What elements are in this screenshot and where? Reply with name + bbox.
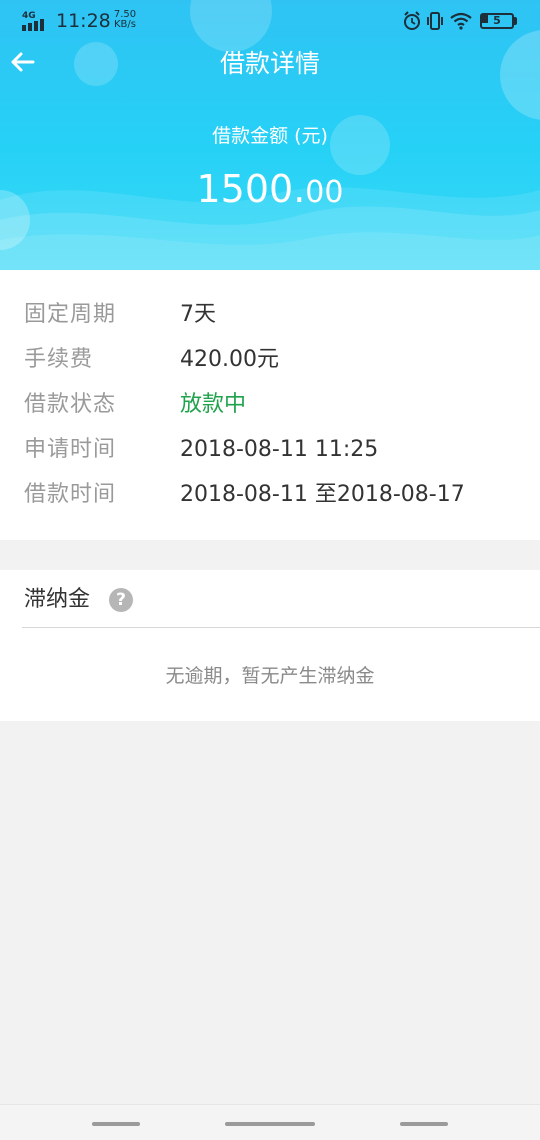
nav-menu-button[interactable] [92, 1122, 140, 1126]
detail-label: 手续费 [24, 347, 94, 372]
loan-details-card: 固定周期 7天 手续费 420.00元 借款状态 放款中 申请时间 2018-0… [0, 270, 540, 540]
loan-amount-label: 借款金额 (元) [212, 125, 328, 147]
system-nav-bar [0, 1104, 540, 1140]
divider [22, 627, 540, 628]
battery-level: 5 [493, 14, 501, 27]
detail-value: 2018-08-11 11:25 [180, 437, 379, 462]
detail-row-apply-time: 申请时间 2018-08-11 11:25 [0, 432, 540, 468]
status-badge: 放款中 [180, 392, 247, 417]
detail-value: 7天 [180, 302, 216, 327]
detail-label: 申请时间 [24, 437, 117, 462]
detail-row-status: 借款状态 放款中 [0, 387, 540, 423]
help-icon[interactable]: ? [109, 588, 133, 612]
detail-value: 420.00元 [180, 347, 279, 372]
late-fee-card: 滞纳金 ? 无逾期，暂无产生滞纳金 [0, 570, 540, 721]
loan-amount-value: 1500.00 [0, 165, 540, 221]
nav-back-button[interactable] [400, 1122, 448, 1126]
late-fee-title: 滞纳金 [24, 587, 91, 612]
vibrate-icon [427, 12, 443, 30]
status-bar: 4G 11:28 7.50 KB/s 5 [0, 0, 540, 42]
detail-row-period: 固定周期 7天 [0, 297, 540, 333]
detail-row-loan-time: 借款时间 2018-08-11 至2018-08-17 [0, 477, 540, 513]
network-type: 4G [22, 11, 36, 21]
late-fee-empty-text: 无逾期，暂无产生滞纳金 [165, 665, 375, 687]
loan-header: 4G 11:28 7.50 KB/s 5 借款详情 借款金额 (元) 1500.… [0, 0, 540, 270]
detail-label: 借款状态 [24, 392, 117, 417]
detail-label: 借款时间 [24, 482, 117, 507]
decor-bubble [74, 42, 118, 86]
detail-row-fee: 手续费 420.00元 [0, 342, 540, 378]
battery-icon: 5 [480, 13, 518, 29]
alarm-icon [404, 11, 420, 30]
signal-icon: 4G [22, 11, 44, 31]
loan-amount-decimal: 00 [305, 175, 344, 210]
loan-detail-screen: 4G 11:28 7.50 KB/s 5 借款详情 借款金额 (元) 1500.… [0, 0, 540, 1140]
nav-home-button[interactable] [225, 1122, 315, 1126]
detail-value: 2018-08-11 至2018-08-17 [180, 482, 465, 507]
back-button[interactable] [4, 44, 40, 80]
decor-bubble [500, 30, 540, 120]
network-speed: 7.50 KB/s [110, 10, 140, 30]
detail-label: 固定周期 [24, 302, 117, 327]
loan-amount-integer: 1500. [196, 167, 306, 211]
arrow-left-icon [11, 52, 35, 72]
status-time: 11:28 [56, 10, 111, 32]
network-speed-unit: KB/s [114, 19, 136, 30]
wifi-icon [450, 12, 472, 30]
